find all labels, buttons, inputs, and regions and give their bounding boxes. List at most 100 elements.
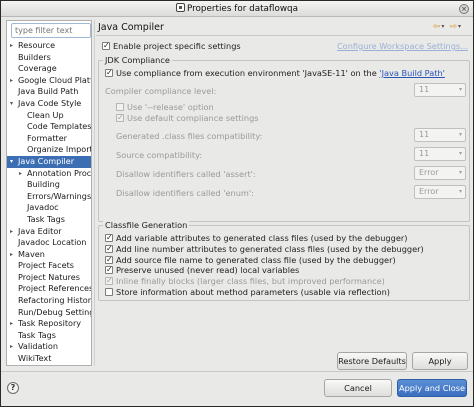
classfile-option-label: Add variable attributes to generated cla… [116, 233, 408, 243]
tree-item[interactable]: Project Facets [7, 260, 91, 272]
tree-item-label: Project References [18, 283, 92, 294]
help-icon[interactable]: ? [7, 382, 19, 394]
collapsed-arrow-icon[interactable]: ▸ [19, 168, 22, 180]
disallow-assert-combo[interactable]: Error ▾ [414, 166, 466, 180]
enable-project-specific-checkbox[interactable] [102, 41, 110, 51]
tree-item[interactable]: WikiText [7, 353, 91, 365]
tree-item[interactable]: Project References [7, 283, 92, 295]
expanded-arrow-icon[interactable]: ▾ [10, 156, 13, 168]
jdk-compliance-title: JDK Compliance [103, 55, 172, 65]
source-compat-combo[interactable]: 11 ▾ [414, 147, 466, 161]
tree-item-label: Project Natures [18, 271, 80, 282]
tree-item[interactable]: ▾ Java Code Style [7, 97, 91, 110]
disallow-enum-combo[interactable]: Error ▾ [414, 185, 466, 199]
tree-item-label: Project Facets [18, 260, 74, 271]
tree-item[interactable]: Clean Up [7, 109, 91, 122]
compliance-level-value: 11 [419, 85, 430, 94]
tree-item[interactable]: ▸ Google Cloud Platform [7, 74, 91, 87]
collapsed-arrow-icon[interactable]: ▸ [10, 318, 13, 330]
tree-item[interactable]: Refactoring History [7, 295, 92, 307]
tree-item-label: Google Cloud Platform [18, 74, 91, 85]
jdk-compliance-group: JDK Compliance Use compliance from execu… [98, 55, 470, 222]
collapsed-arrow-icon[interactable]: ▸ [10, 249, 13, 261]
tree-item-label: Coverage [18, 63, 57, 74]
java-compiler-page: Java Compiler ⇦▾⇨▾ Enable project specif… [96, 20, 472, 370]
enable-project-specific-label: Enable project specific settings [113, 41, 241, 51]
tree-item[interactable]: ▸ Task Repository [7, 318, 91, 330]
tree-item-label: Annotation Processing [27, 167, 92, 178]
tree-item[interactable]: ▸ Annotation Processing [7, 167, 92, 180]
classfile-option-label: Add line number attributes to generated … [116, 243, 424, 254]
tree-item[interactable]: Task Tags [7, 330, 91, 342]
tree-item[interactable]: Task Tags [7, 214, 91, 226]
tree-item-label: Javadoc [27, 202, 59, 213]
collapsed-arrow-icon[interactable]: ▸ [10, 40, 13, 52]
tree-item-label: Building [27, 179, 60, 190]
configure-workspace-link[interactable]: Configure Workspace Settings... [337, 41, 468, 51]
restore-defaults-button[interactable]: Restore Defaults [337, 352, 407, 370]
chevron-down-icon: ▾ [458, 131, 462, 138]
tree-item[interactable]: Formatter [7, 132, 91, 145]
use-compliance-env-label: Use compliance from execution environmen… [116, 68, 445, 78]
generated-class-compat-combo[interactable]: 11 ▾ [414, 128, 466, 142]
use-default-compliance-checkbox[interactable] [116, 113, 124, 123]
tree-item-label: Resource [18, 40, 56, 50]
classfile-option-checkbox[interactable] [105, 265, 113, 275]
tree-item[interactable]: ▸ Java Editor [7, 226, 91, 238]
use-default-compliance-label: Use default compliance settings [127, 113, 259, 123]
collapsed-arrow-icon[interactable]: ▸ [10, 75, 13, 87]
tree-item-label: Java Code Style [18, 97, 82, 108]
tree-item[interactable]: Builders [7, 52, 91, 64]
classfile-option-checkbox[interactable] [105, 288, 113, 296]
classfile-option-checkbox[interactable] [105, 276, 113, 286]
apply-button[interactable]: Apply [412, 352, 468, 370]
tree-item-label: Organize Imports [27, 144, 92, 155]
tree-item[interactable]: Javadoc Location [7, 237, 91, 249]
classfile-option-checkbox[interactable] [105, 233, 113, 243]
tree-item-label: Refactoring History [18, 295, 92, 306]
forward-dropdown-icon[interactable]: ▾ [458, 23, 462, 30]
tree-item[interactable]: Run/Debug Settings [7, 306, 92, 319]
pane-divider[interactable] [94, 20, 95, 366]
tree-item[interactable]: ▾ Java Compiler [7, 155, 91, 168]
classfile-option-checkbox[interactable] [105, 244, 113, 254]
page-title: Java Compiler [98, 22, 164, 33]
tree-item-label: Formatter [27, 132, 68, 143]
tree-item-label: WikiText [18, 353, 52, 364]
apply-and-close-button[interactable]: Apply and Close [397, 379, 467, 397]
tree-item[interactable]: Organize Imports [7, 144, 92, 156]
tree-item[interactable]: Javadoc [7, 202, 91, 214]
tree-item[interactable]: ▸ Resource [7, 40, 91, 52]
tree-item[interactable]: ▸ Maven [7, 248, 91, 261]
classfile-generation-group: Classfile Generation Add variable attrib… [98, 220, 470, 301]
compliance-level-label: Compiler compliance level: [105, 86, 217, 96]
forward-arrow-icon[interactable]: ⇨ [449, 22, 458, 32]
cancel-button[interactable]: Cancel [324, 379, 392, 397]
tree-item-label: Clean Up [27, 109, 64, 120]
tree-item[interactable]: Building [7, 179, 91, 191]
collapsed-arrow-icon[interactable]: ▸ [10, 226, 13, 238]
tree-item[interactable]: Code Templates [7, 121, 91, 133]
preference-tree-pane: ▸ Resource BuildersCoverage ▸ Google Cloud P… [6, 20, 92, 366]
close-button[interactable]: × [459, 4, 469, 14]
tree-item[interactable]: Project Natures [7, 271, 91, 284]
use-compliance-env-checkbox[interactable] [105, 68, 113, 78]
tree-item-label: Maven [18, 248, 45, 259]
chevron-down-icon: ▾ [458, 188, 462, 195]
back-dropdown-icon[interactable]: ▾ [441, 23, 445, 30]
tree-item[interactable]: Coverage [7, 63, 91, 75]
use-release-checkbox[interactable] [116, 103, 124, 111]
tree-item-label: Run/Debug Settings [18, 306, 92, 317]
tree-item[interactable]: Java Build Path [7, 86, 91, 98]
tree-item[interactable]: ▸ Validation [7, 341, 91, 353]
filter-input[interactable] [11, 23, 91, 38]
classfile-option-label: Add source file name to generated class … [116, 254, 396, 265]
compliance-level-combo[interactable]: 11 ▾ [414, 83, 466, 97]
disallow-enum-value: Error [419, 187, 439, 196]
classfile-option-label: Store information about method parameter… [116, 287, 390, 297]
java-build-path-link[interactable]: 'Java Build Path' [379, 68, 445, 78]
tree-item[interactable]: Errors/Warnings [7, 191, 91, 203]
expanded-arrow-icon[interactable]: ▾ [10, 98, 13, 110]
collapsed-arrow-icon[interactable]: ▸ [10, 341, 13, 353]
classfile-option-checkbox[interactable] [105, 255, 113, 265]
